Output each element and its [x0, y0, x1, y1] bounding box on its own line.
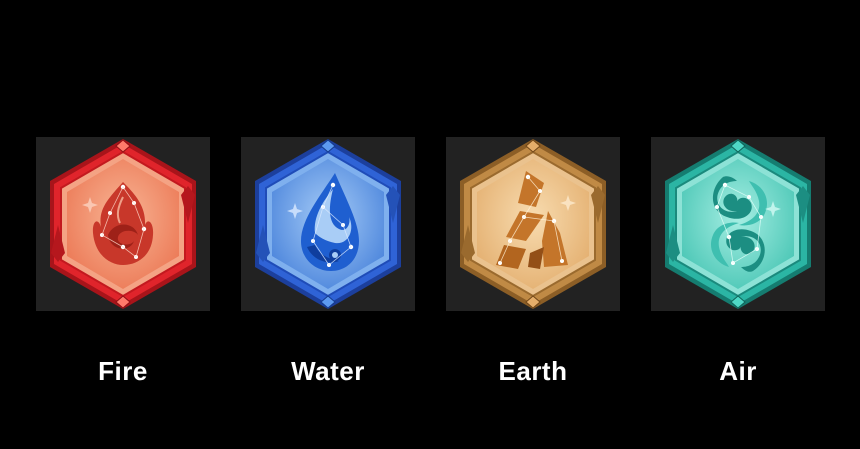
earth-label: Earth [498, 356, 568, 386]
air-emblem-card [651, 137, 825, 311]
element-gallery: Fire Water Earth Air [0, 0, 860, 449]
fire-emblem-card [36, 137, 210, 311]
water-emblem-card [241, 137, 415, 311]
fire-label: Fire [98, 356, 148, 386]
water-emblem-icon [255, 139, 401, 309]
earth-emblem-card [446, 137, 620, 311]
water-label: Water [291, 356, 365, 386]
earth-emblem-icon [460, 139, 606, 309]
air-emblem-icon [665, 139, 811, 309]
fire-emblem-icon [50, 139, 196, 309]
air-label: Air [719, 356, 757, 386]
